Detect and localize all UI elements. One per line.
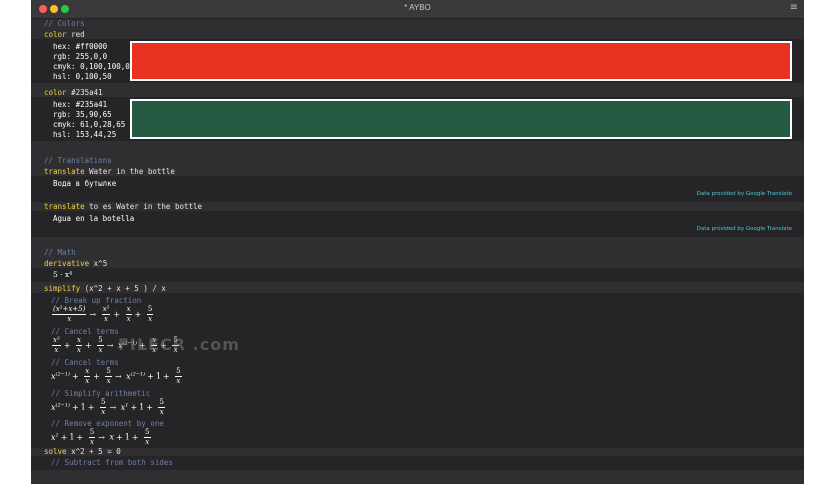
google-translate-credit[interactable]: Data provided by Google Translate	[697, 226, 792, 232]
cmyk-value: cmyk: 0,100,100,0	[53, 62, 130, 71]
solve-command: solve x^2 + 5 = 0	[44, 447, 121, 456]
translate-result-2: Agua en la botella Data provided by Goog…	[31, 211, 804, 237]
translate-result-1: Вода в бутылке Data provided by Google T…	[31, 176, 804, 202]
step-comment: // Simplify arithmetic	[51, 389, 151, 398]
simplify-step-1: // Break up fraction (x²+x+5) x → x² x + x x +…	[51, 296, 154, 323]
rgb-value: rgb: 255,0,0	[53, 52, 108, 61]
translate-command-1: translate Water in the bottle	[44, 167, 175, 176]
color-command-1: color red	[44, 30, 85, 39]
simplify-step-5: // Remove exponent by one x1 +1 + 5 x → x +1 +…	[51, 419, 164, 446]
derivative-result: 5 · x⁴	[31, 268, 804, 282]
menu-icon[interactable]: ≡	[790, 3, 798, 13]
translation-text: Вода в бутылке	[53, 179, 117, 188]
title-bar: * AYBO ≡	[31, 0, 804, 19]
step-comment: // Cancel terms	[51, 358, 119, 367]
editor-content[interactable]: // Colors color red hex: #ff0000 rgb: 25…	[31, 19, 804, 484]
step-comment: // Subtract from both sides	[51, 458, 173, 467]
simplify-step-4: // Simplify arithmetic x(2−1) +1 + 5 x → x1 +…	[51, 389, 165, 416]
app-window: * AYBO ≡ // Colors color red hex: #ff000…	[31, 0, 804, 484]
hsl-value: hsl: 153,44,25	[53, 130, 117, 139]
comment-math: // Math	[44, 248, 76, 257]
simplify-step-3: // Cancel terms x(2−1) + x x + 5 x → x(2−1) +1…	[51, 358, 182, 385]
comment-colors: // Colors	[44, 19, 85, 28]
color-result-2: hex: #235a41 rgb: 35,90,65 cmyk: 61,0,28…	[31, 97, 804, 141]
translate-command-2: translate to es Water in the bottle	[44, 202, 203, 211]
color-swatch-red	[130, 41, 792, 81]
derivative-command: derivative x^5	[44, 259, 108, 268]
comment-translations: // Translations	[44, 156, 112, 165]
hsl-value: hsl: 0,100,50	[53, 72, 112, 81]
google-translate-credit[interactable]: Data provided by Google Translate	[697, 191, 792, 197]
color-swatch-green	[130, 99, 792, 139]
translation-text: Agua en la botella	[53, 214, 135, 223]
hex-value: hex: #235a41	[53, 100, 108, 109]
step-comment: // Remove exponent by one	[51, 419, 164, 428]
hex-value: hex: #ff0000	[53, 42, 108, 51]
simplify-command: simplify (x^2 + x + 5 ) / x	[44, 284, 166, 293]
derivative-output: 5 · x⁴	[53, 270, 73, 279]
rgb-value: rgb: 35,90,65	[53, 110, 112, 119]
color-command-2: color #235a41	[44, 88, 103, 97]
simplify-result: // Break up fraction (x²+x+5) x → x² x + x x +…	[31, 293, 804, 448]
watermark: FILECR .com	[118, 335, 240, 354]
cmyk-value: cmyk: 61,0,28,65	[53, 120, 126, 129]
color-result-1: hex: #ff0000 rgb: 255,0,0 cmyk: 0,100,10…	[31, 39, 804, 83]
step-comment: // Break up fraction	[51, 296, 142, 305]
window-title: * AYBO	[404, 3, 431, 12]
solve-result: // Subtract from both sides	[31, 456, 804, 470]
